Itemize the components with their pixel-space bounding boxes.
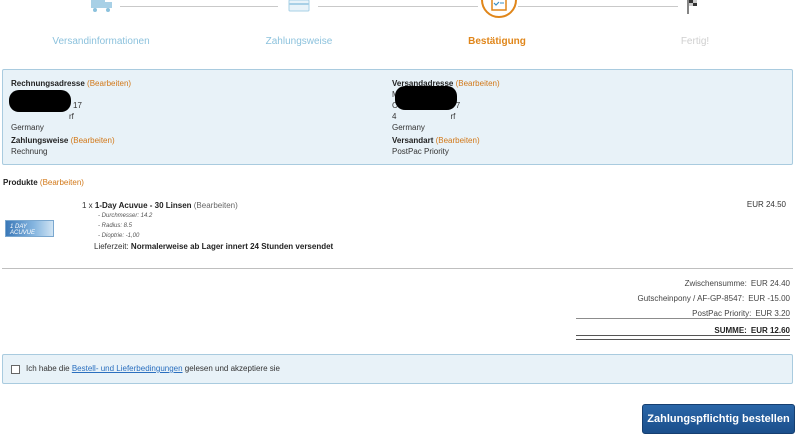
subtotal-label: Zwischensumme: xyxy=(684,279,747,288)
payment-title: Zahlungsweise xyxy=(11,136,69,145)
totals-block: Zwischensumme: EUR 24.40 Gutscheinpony / … xyxy=(390,276,790,338)
shipping-country: Germany xyxy=(392,123,425,132)
progress-line xyxy=(120,6,278,7)
order-summary-box: Rechnungsadresse (Bearbeiten) 17 rf Germ… xyxy=(2,69,793,165)
shipping-cost-label: PostPac Priority: xyxy=(692,309,752,318)
finish-flag-icon xyxy=(687,0,697,14)
billing-title: Rechnungsadresse xyxy=(11,79,85,88)
redaction-mark xyxy=(9,90,71,112)
progress-line xyxy=(518,6,678,7)
payment-value: Rechnung xyxy=(11,147,48,156)
edit-payment-link[interactable]: (Bearbeiten) xyxy=(71,136,115,145)
step-confirmation: Bestätigung xyxy=(468,36,526,47)
terms-text: Ich habe die Bestell- und Lieferbedingun… xyxy=(26,364,280,373)
terms-text-before: Ich habe die xyxy=(26,364,72,373)
shipping-method-value: PostPac Priority xyxy=(392,147,449,156)
product-price: EUR 24.50 xyxy=(746,200,786,209)
products-title: Produkte xyxy=(3,178,38,187)
subtotal-value: EUR 24.40 xyxy=(750,279,790,288)
shipping-cost-value: EUR 3.20 xyxy=(755,309,790,318)
edit-product-link[interactable]: (Bearbeiten) xyxy=(194,201,238,210)
product-image-text: 1 DAY ACUVUE xyxy=(10,224,36,236)
current-step-circle xyxy=(481,0,517,18)
checkout-progress: Versandinformationen Zahlungsweise Bestä… xyxy=(0,0,800,60)
checklist-icon xyxy=(491,0,507,11)
delivery-label: Lieferzeit: xyxy=(94,242,129,251)
voucher-value: EUR -15.00 xyxy=(748,294,790,303)
shipping-method-title: Versandart xyxy=(392,136,434,145)
shipping-city-tail: rf xyxy=(450,112,456,121)
truck-icon xyxy=(91,0,112,12)
edit-shipping-method-link[interactable]: (Bearbeiten) xyxy=(436,136,480,145)
terms-text-after: gelesen und akzeptiere sie xyxy=(182,364,280,373)
product-attr-diameter: - Durchmesser: 14.2 xyxy=(98,213,153,219)
voucher-label: Gutscheinpony / AF-GP-8547: xyxy=(637,294,745,303)
place-order-button[interactable]: Zahlungspflichtig bestellen xyxy=(642,404,795,434)
credit-card-icon xyxy=(288,0,310,12)
divider xyxy=(2,268,793,269)
product-item: 1 x 1-Day Acuvue - 30 Linsen (Bearbeiten… xyxy=(82,200,333,252)
terms-link[interactable]: Bestell- und Lieferbedingungen xyxy=(72,364,183,373)
edit-shipping-link[interactable]: (Bearbeiten) xyxy=(456,79,500,88)
product-name: 1-Day Acuvue - 30 Linsen xyxy=(94,201,192,210)
product-image: 1 DAY ACUVUE xyxy=(5,220,54,237)
terms-box: Ich habe die Bestell- und Lieferbedingun… xyxy=(2,354,793,384)
delivery-value: Normalerweise ab Lager innert 24 Stunden… xyxy=(130,242,334,251)
totals-rule xyxy=(576,318,790,319)
progress-line xyxy=(318,6,478,7)
products-header: Produkte (Bearbeiten) xyxy=(3,178,84,187)
step-shipping-info[interactable]: Versandinformationen xyxy=(21,36,181,47)
sum-label: SUMME: xyxy=(714,326,747,335)
redaction-mark xyxy=(395,86,457,110)
step-done: Fertig! xyxy=(680,36,710,47)
product-delivery: Lieferzeit: Normalerweise ab Lager inner… xyxy=(82,241,333,252)
billing-city-line: rf xyxy=(69,112,74,121)
totals-double-rule xyxy=(576,335,790,340)
step-payment[interactable]: Zahlungsweise xyxy=(219,36,379,47)
edit-billing-link[interactable]: (Bearbeiten) xyxy=(87,79,131,88)
product-qty: 1 x xyxy=(82,201,93,210)
billing-country: Germany xyxy=(11,123,44,132)
product-attr-radius: - Radius: 8.5 xyxy=(98,223,133,229)
edit-products-link[interactable]: (Bearbeiten) xyxy=(40,178,84,187)
product-attr-diopter: - Dioptrie: -1,00 xyxy=(98,233,140,239)
sum-value: EUR 12.60 xyxy=(750,326,790,335)
terms-checkbox[interactable] xyxy=(11,365,20,374)
